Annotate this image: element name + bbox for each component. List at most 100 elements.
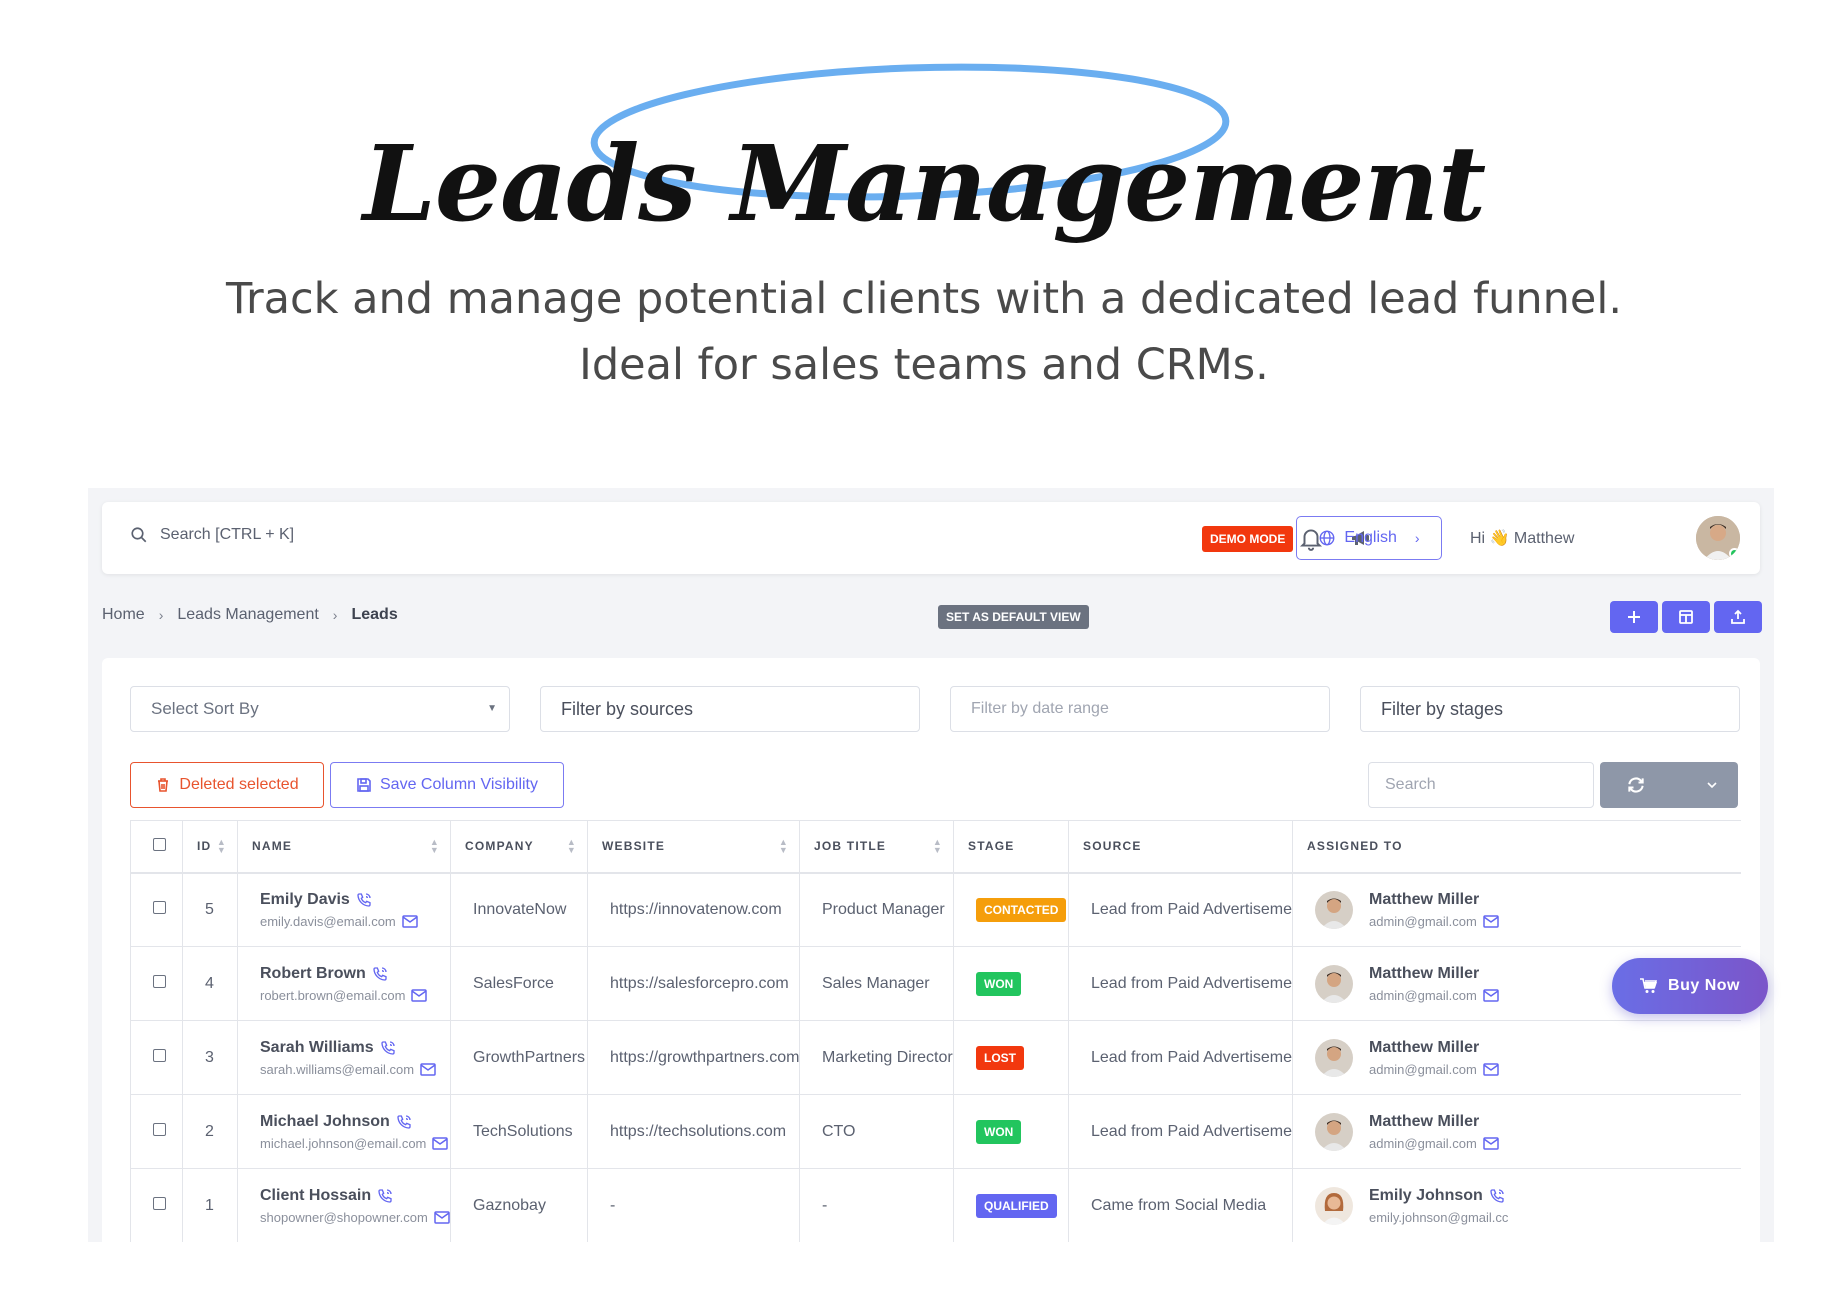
demo-mode-badge: DEMO MODE <box>1202 526 1294 552</box>
global-search[interactable]: Search [CTRL + K] <box>130 526 294 544</box>
lead-name[interactable]: Robert Brown <box>260 965 366 983</box>
sort-icon: ▲ ▼ <box>778 837 789 855</box>
lead-source: Lead from Paid Advertisement <box>1068 872 1293 947</box>
date-range-filter[interactable]: Filter by date range <box>950 686 1330 732</box>
lead-name[interactable]: Emily Davis <box>260 891 350 909</box>
lead-name[interactable]: Michael Johnson <box>260 1113 390 1131</box>
phone-icon[interactable] <box>1489 1188 1505 1204</box>
stage-badge: WON <box>976 1119 1022 1144</box>
buy-now-button[interactable]: Buy Now <box>1612 958 1768 1014</box>
mail-icon[interactable] <box>1483 915 1499 928</box>
select-all-checkbox[interactable] <box>153 838 166 852</box>
table-row[interactable]: 3 Sarah Williams sarah.williams@email.com G… <box>130 1020 1741 1095</box>
table-row[interactable]: 1 Client Hossain shopowner@shopowner.com Ga… <box>130 1168 1741 1242</box>
table-row[interactable]: 2 Michael Johnson michael.johnson@email.co… <box>130 1094 1741 1169</box>
lead-assigned-cell: Emily Johnson emily.johnson@gmail.cc <box>1292 1168 1741 1242</box>
phone-icon[interactable] <box>396 1114 412 1130</box>
table-search-input[interactable]: Search <box>1368 762 1594 808</box>
mail-icon[interactable] <box>411 988 428 1002</box>
lead-id: 5 <box>182 872 238 947</box>
row-checkbox[interactable] <box>153 1196 166 1210</box>
stages-filter[interactable]: Filter by stages <box>1360 686 1740 732</box>
lead-name[interactable]: Sarah Williams <box>260 1039 374 1057</box>
avatar <box>1315 1112 1353 1151</box>
phone-icon[interactable] <box>377 1188 393 1204</box>
delete-selected-button[interactable]: Deleted selected <box>130 762 324 808</box>
mail-icon[interactable] <box>432 1136 449 1150</box>
column-header[interactable]: JOB TITLE ▲ ▼ <box>799 820 954 874</box>
mail-icon[interactable] <box>434 1210 450 1224</box>
mail-icon[interactable] <box>420 1062 436 1076</box>
row-checkbox[interactable] <box>153 1122 166 1136</box>
mail-icon[interactable] <box>1483 1136 1499 1150</box>
sort-select[interactable]: Select Sort By ▼ <box>130 686 510 732</box>
user-avatar[interactable] <box>1696 516 1740 560</box>
column-header[interactable]: NAME ▲ ▼ <box>237 820 451 874</box>
lead-email: sarah.williams@email.com <box>260 1061 415 1077</box>
column-header[interactable]: COMPANY ▲ ▼ <box>450 820 588 874</box>
lead-job-title: - <box>799 1168 954 1242</box>
top-bar: Search [CTRL + K] DEMO MODE English › Hi… <box>102 502 1760 574</box>
phone-icon[interactable] <box>372 966 388 982</box>
row-checkbox[interactable] <box>153 900 166 914</box>
table-row[interactable]: 5 Emily Davis emily.davis@email.com Innovat… <box>130 872 1741 947</box>
row-checkbox[interactable] <box>153 1048 166 1062</box>
lead-id: 1 <box>182 1168 238 1242</box>
assignee-name[interactable]: Matthew Miller <box>1369 1039 1479 1057</box>
caret-down-icon: ▼ <box>487 703 497 714</box>
row-select-cell <box>130 946 183 1021</box>
breadcrumb-home[interactable]: Home <box>102 606 145 624</box>
sources-filter[interactable]: Filter by sources <box>540 686 920 732</box>
lead-name[interactable]: Client Hossain <box>260 1187 371 1205</box>
lead-email: robert.brown@email.com <box>260 987 406 1003</box>
lead-id: 4 <box>182 946 238 1021</box>
breadcrumb-section[interactable]: Leads Management <box>177 606 318 624</box>
lead-website: https://innovatenow.com <box>587 872 800 947</box>
add-lead-button[interactable] <box>1610 601 1658 633</box>
set-default-view-button[interactable]: SET AS DEFAULT VIEW <box>938 605 1089 629</box>
mail-icon[interactable] <box>1483 988 1499 1002</box>
mail-icon[interactable] <box>402 915 418 928</box>
save-column-visibility-label: Save Column Visibility <box>380 776 538 793</box>
sort-icon: ▲ ▼ <box>932 837 943 855</box>
lead-job-title: Product Manager <box>799 872 954 947</box>
refresh-dropdown-button[interactable] <box>1600 762 1738 808</box>
row-select-cell <box>130 1020 183 1095</box>
column-header[interactable]: ID ▲ ▼ <box>182 820 238 874</box>
assignee-email: admin@gmail.com <box>1369 1061 1477 1077</box>
language-selector[interactable]: English › <box>1296 516 1442 560</box>
assignee-name[interactable]: Emily Johnson <box>1369 1187 1483 1205</box>
assignee-name[interactable]: Matthew Miller <box>1369 965 1479 983</box>
lead-company: InnovateNow <box>450 872 588 947</box>
column-header: ASSIGNED TO <box>1292 820 1741 874</box>
lead-job-title: Sales Manager <box>799 946 954 1021</box>
table-row[interactable]: 4 Robert Brown robert.brown@email.com Sales… <box>130 946 1741 1021</box>
row-checkbox[interactable] <box>153 974 166 988</box>
assignee-email: admin@gmail.com <box>1369 987 1477 1003</box>
save-column-visibility-button[interactable]: Save Column Visibility <box>330 762 564 808</box>
phone-icon[interactable] <box>356 892 372 908</box>
assignee-name[interactable]: Matthew Miller <box>1369 891 1479 909</box>
export-button[interactable] <box>1714 601 1762 633</box>
lead-company: GrowthPartners <box>450 1020 588 1095</box>
select-all-cell <box>130 820 183 874</box>
avatar <box>1315 1038 1353 1077</box>
mail-icon[interactable] <box>1483 1062 1499 1076</box>
lead-job-title: CTO <box>799 1094 954 1169</box>
lead-email: emily.davis@email.com <box>260 913 396 929</box>
lead-assigned-cell: Matthew Miller admin@gmail.com <box>1292 1020 1741 1095</box>
row-select-cell <box>130 1094 183 1169</box>
stage-badge: CONTACTED <box>976 897 1067 922</box>
assignee-name[interactable]: Matthew Miller <box>1369 1113 1479 1131</box>
sort-icon: ▲ ▼ <box>216 837 227 855</box>
leads-card: Select Sort By ▼ Filter by sources Filte… <box>102 658 1760 1242</box>
phone-icon[interactable] <box>380 1040 396 1056</box>
layout-button[interactable] <box>1662 601 1710 633</box>
stage-badge: QUALIFIED <box>976 1193 1057 1218</box>
cart-icon <box>1640 978 1658 993</box>
hero-title-block: Leads Management <box>0 60 1848 250</box>
lead-stage-cell: CONTACTED <box>953 872 1069 947</box>
lead-id: 3 <box>182 1020 238 1095</box>
column-header[interactable]: WEBSITE ▲ ▼ <box>587 820 800 874</box>
globe-icon <box>1319 530 1335 546</box>
